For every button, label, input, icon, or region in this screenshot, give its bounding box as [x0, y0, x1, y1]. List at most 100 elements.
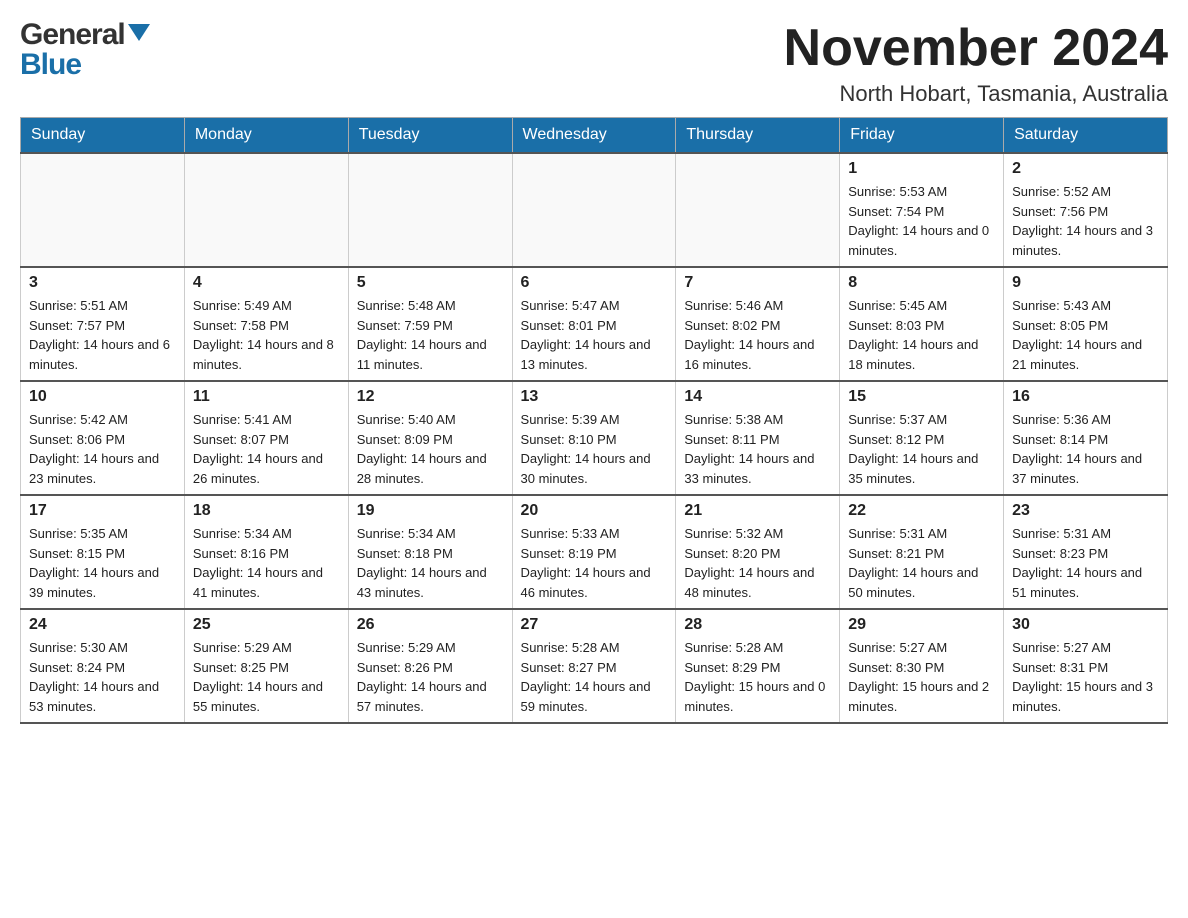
day-info: Sunrise: 5:34 AM Sunset: 8:16 PM Dayligh…	[193, 524, 340, 602]
logo-line2: Blue	[20, 50, 150, 80]
day-number: 28	[684, 616, 831, 634]
location: North Hobart, Tasmania, Australia	[784, 81, 1168, 107]
day-number: 3	[29, 274, 176, 292]
day-info: Sunrise: 5:33 AM Sunset: 8:19 PM Dayligh…	[521, 524, 668, 602]
day-number: 30	[1012, 616, 1159, 634]
logo-line1: General	[20, 20, 150, 50]
calendar-cell	[184, 153, 348, 267]
calendar-cell: 1 Sunrise: 5:53 AM Sunset: 7:54 PM Daylig…	[840, 153, 1004, 267]
day-info: Sunrise: 5:42 AM Sunset: 8:06 PM Dayligh…	[29, 410, 176, 488]
day-info: Sunrise: 5:30 AM Sunset: 8:24 PM Dayligh…	[29, 638, 176, 716]
calendar-cell: 22 Sunrise: 5:31 AM Sunset: 8:21 PM Dayli…	[840, 495, 1004, 609]
calendar-week-5: 24Sunrise: 5:30 AM Sunset: 8:24 PM Dayli…	[21, 609, 1168, 723]
calendar-cell: 25 Sunrise: 5:29 AM Sunset: 8:25 PM Dayli…	[184, 609, 348, 723]
day-number: 25	[193, 616, 340, 634]
day-number: 15	[848, 388, 995, 406]
day-number: 26	[357, 616, 504, 634]
calendar-cell: 11Sunrise: 5:41 AM Sunset: 8:07 PM Dayli…	[184, 381, 348, 495]
day-number: 19	[357, 502, 504, 520]
calendar-cell: 30 Sunrise: 5:27 AM Sunset: 8:31 PM Dayli…	[1004, 609, 1168, 723]
weekday-header-monday: Monday	[184, 118, 348, 154]
calendar-cell: 12Sunrise: 5:40 AM Sunset: 8:09 PM Dayli…	[348, 381, 512, 495]
calendar-cell: 14 Sunrise: 5:38 AM Sunset: 8:11 PM Dayli…	[676, 381, 840, 495]
calendar-cell: 24Sunrise: 5:30 AM Sunset: 8:24 PM Dayli…	[21, 609, 185, 723]
title-block: November 2024 North Hobart, Tasmania, Au…	[784, 20, 1168, 107]
calendar-cell: 20Sunrise: 5:33 AM Sunset: 8:19 PM Dayli…	[512, 495, 676, 609]
day-number: 13	[521, 388, 668, 406]
calendar-cell: 17 Sunrise: 5:35 AM Sunset: 8:15 PM Dayli…	[21, 495, 185, 609]
day-info: Sunrise: 5:35 AM Sunset: 8:15 PM Dayligh…	[29, 524, 176, 602]
calendar-cell: 13Sunrise: 5:39 AM Sunset: 8:10 PM Dayli…	[512, 381, 676, 495]
calendar-cell	[348, 153, 512, 267]
day-number: 21	[684, 502, 831, 520]
calendar-cell: 26Sunrise: 5:29 AM Sunset: 8:26 PM Dayli…	[348, 609, 512, 723]
day-number: 22	[848, 502, 995, 520]
calendar-cell: 28 Sunrise: 5:28 AM Sunset: 8:29 PM Dayli…	[676, 609, 840, 723]
calendar-cell: 15 Sunrise: 5:37 AM Sunset: 8:12 PM Dayli…	[840, 381, 1004, 495]
weekday-header-sunday: Sunday	[21, 118, 185, 154]
day-info: Sunrise: 5:27 AM Sunset: 8:31 PM Dayligh…	[1012, 638, 1159, 716]
day-number: 18	[193, 502, 340, 520]
weekday-header-wednesday: Wednesday	[512, 118, 676, 154]
calendar-week-3: 10 Sunrise: 5:42 AM Sunset: 8:06 PM Dayli…	[21, 381, 1168, 495]
day-number: 27	[521, 616, 668, 634]
day-info: Sunrise: 5:51 AM Sunset: 7:57 PM Dayligh…	[29, 296, 176, 374]
day-info: Sunrise: 5:34 AM Sunset: 8:18 PM Dayligh…	[357, 524, 504, 602]
day-number: 6	[521, 274, 668, 292]
calendar-cell: 9Sunrise: 5:43 AM Sunset: 8:05 PM Daylig…	[1004, 267, 1168, 381]
day-info: Sunrise: 5:52 AM Sunset: 7:56 PM Dayligh…	[1012, 182, 1159, 260]
day-info: Sunrise: 5:46 AM Sunset: 8:02 PM Dayligh…	[684, 296, 831, 374]
logo: General Blue	[20, 20, 150, 80]
day-number: 1	[848, 160, 995, 178]
calendar-cell: 29Sunrise: 5:27 AM Sunset: 8:30 PM Dayli…	[840, 609, 1004, 723]
calendar-cell: 23 Sunrise: 5:31 AM Sunset: 8:23 PM Dayli…	[1004, 495, 1168, 609]
logo-triangle-icon	[128, 24, 150, 41]
weekday-header-tuesday: Tuesday	[348, 118, 512, 154]
calendar-cell: 4 Sunrise: 5:49 AM Sunset: 7:58 PM Daylig…	[184, 267, 348, 381]
calendar-header-row: SundayMondayTuesdayWednesdayThursdayFrid…	[21, 118, 1168, 154]
day-info: Sunrise: 5:36 AM Sunset: 8:14 PM Dayligh…	[1012, 410, 1159, 488]
day-number: 17	[29, 502, 176, 520]
day-info: Sunrise: 5:41 AM Sunset: 8:07 PM Dayligh…	[193, 410, 340, 488]
calendar-cell	[512, 153, 676, 267]
day-info: Sunrise: 5:28 AM Sunset: 8:29 PM Dayligh…	[684, 638, 831, 716]
day-info: Sunrise: 5:31 AM Sunset: 8:21 PM Dayligh…	[848, 524, 995, 602]
day-info: Sunrise: 5:37 AM Sunset: 8:12 PM Dayligh…	[848, 410, 995, 488]
calendar-cell: 6Sunrise: 5:47 AM Sunset: 8:01 PM Daylig…	[512, 267, 676, 381]
day-info: Sunrise: 5:45 AM Sunset: 8:03 PM Dayligh…	[848, 296, 995, 374]
calendar-table: SundayMondayTuesdayWednesdayThursdayFrid…	[20, 117, 1168, 724]
day-number: 7	[684, 274, 831, 292]
day-number: 29	[848, 616, 995, 634]
day-info: Sunrise: 5:32 AM Sunset: 8:20 PM Dayligh…	[684, 524, 831, 602]
day-info: Sunrise: 5:38 AM Sunset: 8:11 PM Dayligh…	[684, 410, 831, 488]
calendar-cell: 19 Sunrise: 5:34 AM Sunset: 8:18 PM Dayli…	[348, 495, 512, 609]
month-title: November 2024	[784, 20, 1168, 77]
day-number: 2	[1012, 160, 1159, 178]
day-number: 12	[357, 388, 504, 406]
day-number: 10	[29, 388, 176, 406]
day-info: Sunrise: 5:53 AM Sunset: 7:54 PM Dayligh…	[848, 182, 995, 260]
calendar-cell: 7 Sunrise: 5:46 AM Sunset: 8:02 PM Daylig…	[676, 267, 840, 381]
calendar-week-2: 3 Sunrise: 5:51 AM Sunset: 7:57 PM Daylig…	[21, 267, 1168, 381]
calendar-cell	[676, 153, 840, 267]
weekday-header-friday: Friday	[840, 118, 1004, 154]
day-number: 23	[1012, 502, 1159, 520]
day-number: 14	[684, 388, 831, 406]
calendar-cell: 8 Sunrise: 5:45 AM Sunset: 8:03 PM Daylig…	[840, 267, 1004, 381]
calendar-week-1: 1 Sunrise: 5:53 AM Sunset: 7:54 PM Daylig…	[21, 153, 1168, 267]
calendar-cell: 2 Sunrise: 5:52 AM Sunset: 7:56 PM Daylig…	[1004, 153, 1168, 267]
calendar-cell: 3 Sunrise: 5:51 AM Sunset: 7:57 PM Daylig…	[21, 267, 185, 381]
day-number: 5	[357, 274, 504, 292]
calendar-week-4: 17 Sunrise: 5:35 AM Sunset: 8:15 PM Dayli…	[21, 495, 1168, 609]
calendar-cell: 16Sunrise: 5:36 AM Sunset: 8:14 PM Dayli…	[1004, 381, 1168, 495]
day-number: 4	[193, 274, 340, 292]
day-info: Sunrise: 5:29 AM Sunset: 8:25 PM Dayligh…	[193, 638, 340, 716]
day-info: Sunrise: 5:31 AM Sunset: 8:23 PM Dayligh…	[1012, 524, 1159, 602]
calendar-cell: 5Sunrise: 5:48 AM Sunset: 7:59 PM Daylig…	[348, 267, 512, 381]
day-number: 8	[848, 274, 995, 292]
day-info: Sunrise: 5:49 AM Sunset: 7:58 PM Dayligh…	[193, 296, 340, 374]
calendar-cell: 18 Sunrise: 5:34 AM Sunset: 8:16 PM Dayli…	[184, 495, 348, 609]
page-header: General Blue November 2024 North Hobart,…	[20, 20, 1168, 107]
day-number: 9	[1012, 274, 1159, 292]
weekday-header-thursday: Thursday	[676, 118, 840, 154]
